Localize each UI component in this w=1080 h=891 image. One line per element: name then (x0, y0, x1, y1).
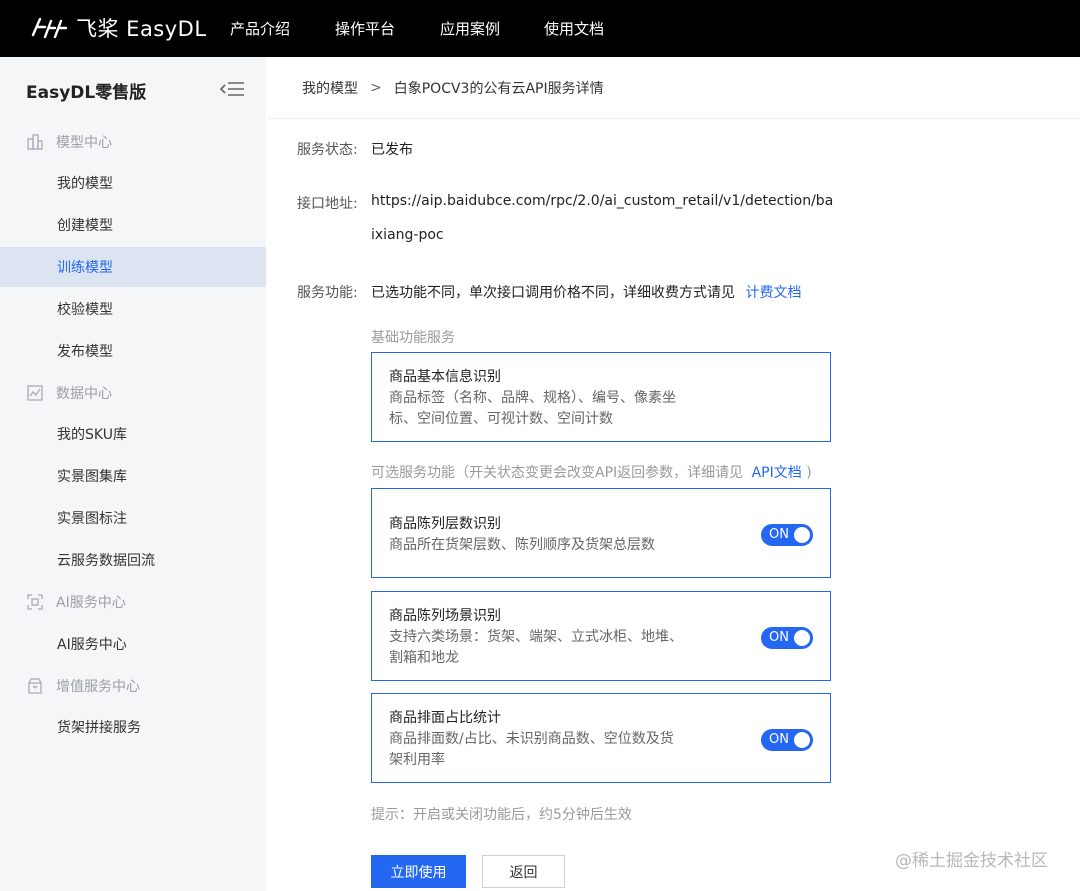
card-desc-line: 商品排面数/占比、未识别商品数、空位数及货 (389, 731, 674, 747)
sidebar-item-train-model[interactable]: 训练模型 (0, 247, 266, 287)
sidebar-item-my-sku[interactable]: 我的SKU库 (0, 414, 266, 454)
function-label: 服务功能: (297, 285, 358, 301)
card-description: 商品标签（名称、品牌、规格）、编号、像素坐 标、空间位置、可视计数、空间计数 (389, 388, 719, 430)
breadcrumb-current: 白象POCV3的公有云API服务详情 (393, 80, 604, 97)
card-desc-line: 标、空间位置、可视计数、空间计数 (389, 411, 613, 427)
basic-group-label: 基础功能服务 (371, 330, 455, 346)
nav-platform[interactable]: 操作平台 (335, 18, 395, 39)
sidebar-section-data-center: 数据中心 (26, 382, 112, 404)
api-doc-link[interactable]: API文档 (752, 465, 802, 481)
toggle-knob (794, 527, 810, 543)
logo-text: 飞桨 EasyDL (76, 17, 207, 41)
sidebar-item-my-models[interactable]: 我的模型 (0, 163, 266, 203)
shelf-layers-toggle[interactable]: ON (761, 524, 813, 546)
card-title: 商品陈列场景识别 (389, 608, 501, 624)
logo[interactable]: 飞桨 EasyDL (30, 14, 207, 42)
card-title: 商品基本信息识别 (389, 369, 501, 385)
breadcrumb-parent-link[interactable]: 我的模型 (302, 78, 358, 98)
paddle-logo-icon (31, 17, 68, 39)
card-description: 支持六类场景：货架、端架、立式冰柜、地堆、 割箱和地龙 (389, 627, 719, 669)
nav-docs[interactable]: 使用文档 (544, 18, 604, 39)
data-center-icon (27, 385, 43, 401)
card-title: 商品排面占比统计 (389, 710, 501, 726)
optional-group-text: 可选服务功能（开关状态变更会改变API返回参数，详细请见 (371, 465, 744, 481)
endpoint-label: 接口地址: (297, 196, 358, 212)
card-description: 商品所在货架层数、陈列顺序及货架总层数 (389, 535, 719, 556)
optional-group-label: 可选服务功能（开关状态变更会改变API返回参数，详细请见 API文档 ) (371, 462, 812, 482)
function-text: 已选功能不同，单次接口调用价格不同，详细收费方式请见 (371, 285, 735, 301)
sidebar-item-validate-model[interactable]: 校验模型 (0, 289, 266, 329)
toggle-knob (794, 732, 810, 748)
nav-product-intro[interactable]: 产品介绍 (230, 18, 290, 39)
sidebar-section-value-added: 增值服务中心 (26, 675, 140, 697)
sidebar-item-publish-model[interactable]: 发布模型 (0, 331, 266, 371)
toggle-label: ON (769, 527, 789, 542)
status-label: 服务状态: (297, 142, 358, 158)
endpoint-url-line2: ixiang-poc (371, 227, 444, 243)
sidebar-item-shelf-stitching[interactable]: 货架拼接服务 (0, 707, 266, 747)
pricing-doc-link[interactable]: 计费文档 (745, 285, 801, 301)
scene-toggle[interactable]: ON (761, 627, 813, 649)
collapse-menu-icon[interactable] (220, 80, 246, 98)
top-navigation-bar: 飞桨 EasyDL 产品介绍 操作平台 应用案例 使用文档 (0, 0, 1080, 57)
sidebar-section-label: 数据中心 (56, 386, 112, 402)
endpoint-url-line1: https://aip.baidubce.com/rpc/2.0/ai_cust… (371, 193, 834, 209)
optional-card-shelf-layers: 商品陈列层数识别 商品所在货架层数、陈列顺序及货架总层数 ON (371, 488, 831, 578)
optional-card-facing-ratio: 商品排面占比统计 商品排面数/占比、未识别商品数、空位数及货 架利用率 ON (371, 693, 831, 783)
sidebar-item-scene-gallery[interactable]: 实景图集库 (0, 456, 266, 496)
back-button[interactable]: 返回 (482, 855, 565, 888)
watermark: @稀土掘金技术社区 (895, 851, 1048, 871)
breadcrumb-separator: > (370, 79, 382, 96)
sidebar-section-label: AI服务中心 (56, 595, 126, 611)
breadcrumb: 我的模型 > 白象POCV3的公有云API服务详情 (268, 57, 1080, 119)
card-description: 商品排面数/占比、未识别商品数、空位数及货 架利用率 (389, 729, 719, 771)
toggle-label: ON (769, 630, 789, 645)
toggle-knob (794, 630, 810, 646)
sidebar-title: EasyDL零售版 (26, 83, 147, 103)
nav-cases[interactable]: 应用案例 (440, 18, 500, 39)
toggle-label: ON (769, 732, 789, 747)
use-now-button[interactable]: 立即使用 (371, 855, 466, 888)
sidebar-item-cloud-data-return[interactable]: 云服务数据回流 (0, 540, 266, 580)
sidebar-section-model-center: 模型中心 (26, 131, 112, 153)
sidebar-item-scene-annotation[interactable]: 实景图标注 (0, 498, 266, 538)
function-description: 已选功能不同，单次接口调用价格不同，详细收费方式请见 计费文档 (371, 282, 801, 302)
tip-text: 提示：开启或关闭功能后，约5分钟后生效 (371, 807, 632, 823)
model-center-icon (27, 134, 43, 150)
optional-group-end: ) (806, 465, 812, 481)
basic-function-card: 商品基本信息识别 商品标签（名称、品牌、规格）、编号、像素坐 标、空间位置、可视… (371, 352, 831, 442)
status-value: 已发布 (371, 142, 413, 158)
card-desc-line: 商品所在货架层数、陈列顺序及货架总层数 (389, 537, 655, 553)
sidebar-section-label: 模型中心 (56, 135, 112, 151)
value-added-icon (28, 678, 42, 694)
optional-card-scene: 商品陈列场景识别 支持六类场景：货架、端架、立式冰柜、地堆、 割箱和地龙 ON (371, 591, 831, 681)
sidebar-item-ai-service-center[interactable]: AI服务中心 (0, 624, 266, 664)
card-title: 商品陈列层数识别 (389, 516, 501, 532)
card-desc-line: 商品标签（名称、品牌、规格）、编号、像素坐 (389, 390, 676, 406)
sidebar-item-create-model[interactable]: 创建模型 (0, 205, 266, 245)
facing-ratio-toggle[interactable]: ON (761, 729, 813, 751)
card-desc-line: 支持六类场景：货架、端架、立式冰柜、地堆、 (389, 629, 683, 645)
ai-service-icon (27, 594, 43, 610)
sidebar-section-ai-service: AI服务中心 (26, 591, 126, 613)
card-desc-line: 架利用率 (389, 752, 445, 768)
sidebar-section-label: 增值服务中心 (56, 679, 140, 695)
card-desc-line: 割箱和地龙 (389, 650, 459, 666)
